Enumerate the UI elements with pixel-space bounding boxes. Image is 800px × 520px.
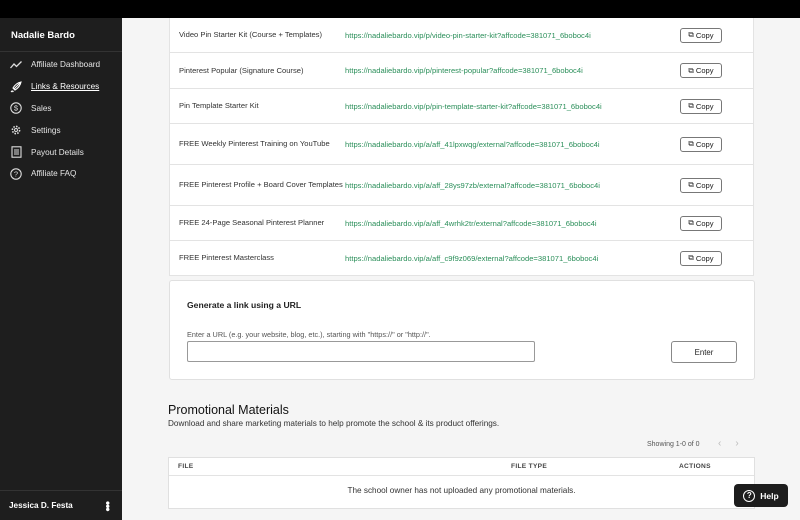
enter-button[interactable]: Enter [671,341,737,363]
gear-icon [10,124,22,136]
sidebar-item-label: Settings [31,125,61,135]
sidebar-item-settings[interactable]: Settings [0,119,122,141]
sidebar-item-label: Links & Resources [31,82,100,92]
help-button[interactable]: ? Help [734,484,788,507]
user-name: Jessica D. Festa [9,501,73,510]
question-circle-icon: ? [743,489,756,502]
sidebar-nav: Affiliate Dashboard Links & Resources $ … [0,52,122,185]
table-header: FILE FILE TYPE ACTIONS [169,458,754,476]
table-row: FREE Weekly Pinterest Training on YouTub… [170,124,753,165]
sidebar-item-label: Affiliate FAQ [31,169,77,179]
chevron-right-icon[interactable]: › [735,438,738,449]
sidebar: Nadalie Bardo Affiliate Dashboard Links … [0,18,122,520]
materials-table: FILE FILE TYPE ACTIONS The school owner … [168,457,755,509]
dollar-circle-icon: $ [10,102,22,115]
copy-button[interactable]: ⧉ Copy [680,215,722,231]
column-header-actions: ACTIONS [679,463,711,470]
table-row: FREE Pinterest Profile + Board Cover Tem… [170,165,753,206]
link-name: FREE Pinterest Masterclass [179,253,274,262]
pagination: ‹ › [718,438,739,449]
svg-text:?: ? [14,169,18,178]
copy-button[interactable]: ⧉ Copy [680,250,722,266]
question-circle-icon: ? [10,168,22,180]
link-url[interactable]: https://nadaliebardo.vip/a/aff_c9f9z069/… [345,254,680,263]
link-name: Video Pin Starter Kit (Course + Template… [179,30,323,39]
sidebar-item-sales[interactable]: $ Sales [0,98,122,120]
sidebar-item-label: Affiliate Dashboard [31,60,101,70]
link-url[interactable]: https://nadaliebardo.vip/p/pin-template-… [345,102,680,111]
pagination-status: Showing 1-0 of 0 [647,441,700,448]
sidebar-item-affiliate-dashboard[interactable]: Affiliate Dashboard [0,54,122,76]
link-name: Pin Template Starter Kit [179,101,259,110]
empty-state-message: The school owner has not uploaded any pr… [347,486,576,495]
link-name: FREE 24-Page Seasonal Pinterest Planner [179,218,325,227]
table-row: FREE Pinterest Masterclass https://nadal… [170,241,753,275]
copy-icon: ⧉ [688,139,694,148]
copy-icon: ⧉ [688,180,694,189]
document-icon [10,146,22,158]
link-name: FREE Weekly Pinterest Training on YouTub… [179,139,330,148]
copy-icon: ⧉ [688,253,694,262]
sidebar-item-affiliate-faq[interactable]: ? Affiliate FAQ [0,163,122,185]
chevron-left-icon[interactable]: ‹ [718,438,721,449]
generate-link-title: Generate a link using a URL [187,300,302,310]
link-url[interactable]: https://nadaliebardo.vip/a/aff_28ys97zb/… [345,181,680,190]
sidebar-item-links-resources[interactable]: Links & Resources [0,76,122,98]
trend-line-icon [10,59,22,71]
table-row: Pinterest Popular (Signature Course) htt… [170,53,753,89]
copy-button[interactable]: ⧉ Copy [680,136,722,152]
link-url[interactable]: https://nadaliebardo.vip/p/pinterest-pop… [345,66,680,75]
link-url[interactable]: https://nadaliebardo.vip/a/aff_41lpxwqg/… [345,140,680,149]
sidebar-item-payout-details[interactable]: Payout Details [0,141,122,163]
table-row: FREE 24-Page Seasonal Pinterest Planner … [170,206,753,241]
copy-icon: ⧉ [688,218,694,227]
table-row: Video Pin Starter Kit (Course + Template… [170,18,753,53]
column-header-file-type: FILE TYPE [511,463,548,470]
copy-button[interactable]: ⧉ Copy [680,98,722,114]
column-header-file: FILE [178,463,194,470]
sidebar-item-label: Sales [31,103,52,113]
copy-button[interactable]: ⧉ Copy [680,177,722,193]
copy-icon: ⧉ [688,65,694,75]
rocket-icon [10,80,22,93]
copy-button[interactable]: ⧉ Copy [680,63,722,78]
school-name: Nadalie Bardo [0,18,122,52]
link-name: Pinterest Popular (Signature Course) [179,65,304,75]
main-content: Video Pin Starter Kit (Course + Template… [122,18,800,520]
promotional-materials-description: Download and share marketing materials t… [168,419,500,428]
link-name: FREE Pinterest Profile + Board Cover Tem… [179,180,343,189]
link-url[interactable]: https://nadaliebardo.vip/p/video-pin-sta… [345,31,680,40]
copy-button[interactable]: ⧉ Copy [680,27,722,43]
url-input[interactable] [187,341,535,362]
generate-link-card: Generate a link using a URL Enter a URL … [169,280,755,380]
copy-icon: ⧉ [688,101,694,110]
promotional-materials-title: Promotional Materials [168,403,289,417]
help-label: Help [760,490,779,501]
table-row: Pin Template Starter Kit https://nadalie… [170,89,753,124]
svg-text:$: $ [14,104,19,113]
url-input-hint: Enter a URL (e.g. your website, blog, et… [187,330,431,339]
user-menu[interactable]: Jessica D. Festa ••• [0,490,122,520]
more-vertical-icon[interactable]: ••• [101,501,115,511]
link-url[interactable]: https://nadaliebardo.vip/a/aff_4wrhk2tr/… [345,219,680,228]
copy-icon: ⧉ [688,30,694,39]
links-table: Video Pin Starter Kit (Course + Template… [169,18,754,276]
sidebar-item-label: Payout Details [31,147,84,157]
top-bar [0,0,800,18]
